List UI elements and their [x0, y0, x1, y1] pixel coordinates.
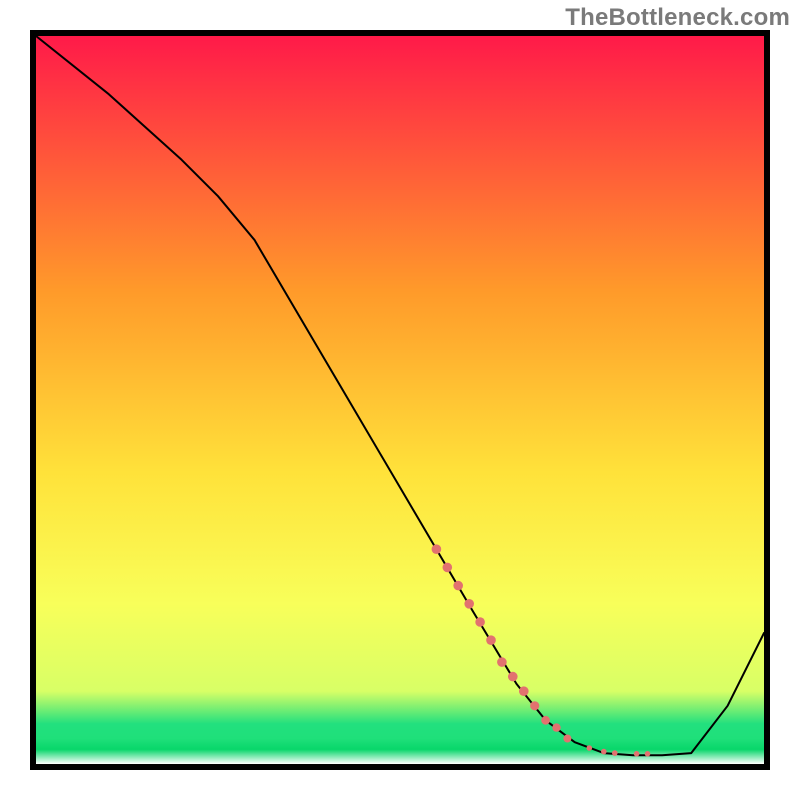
highlight-dot	[601, 749, 607, 755]
highlight-dot	[497, 657, 507, 667]
highlight-dot	[475, 617, 485, 627]
plot-area	[30, 30, 770, 770]
highlight-dot	[587, 745, 593, 751]
highlight-dot	[453, 581, 463, 591]
watermark-text: TheBottleneck.com	[565, 4, 790, 32]
highlight-dot	[486, 635, 496, 645]
highlight-dot	[563, 735, 571, 743]
highlight-dot	[508, 672, 518, 682]
highlight-dot	[541, 716, 550, 725]
highlight-dot	[552, 723, 560, 731]
highlight-dot	[634, 751, 640, 757]
chart-svg	[36, 36, 764, 764]
highlight-dot	[530, 701, 539, 710]
highlight-dot	[432, 544, 442, 554]
highlight-dot	[464, 599, 474, 609]
highlight-dot	[645, 751, 651, 757]
highlight-dot	[519, 686, 529, 696]
gradient-background	[36, 36, 764, 764]
highlight-dot	[443, 563, 453, 573]
chart-frame: TheBottleneck.com	[0, 0, 800, 800]
highlight-dot	[612, 750, 618, 756]
